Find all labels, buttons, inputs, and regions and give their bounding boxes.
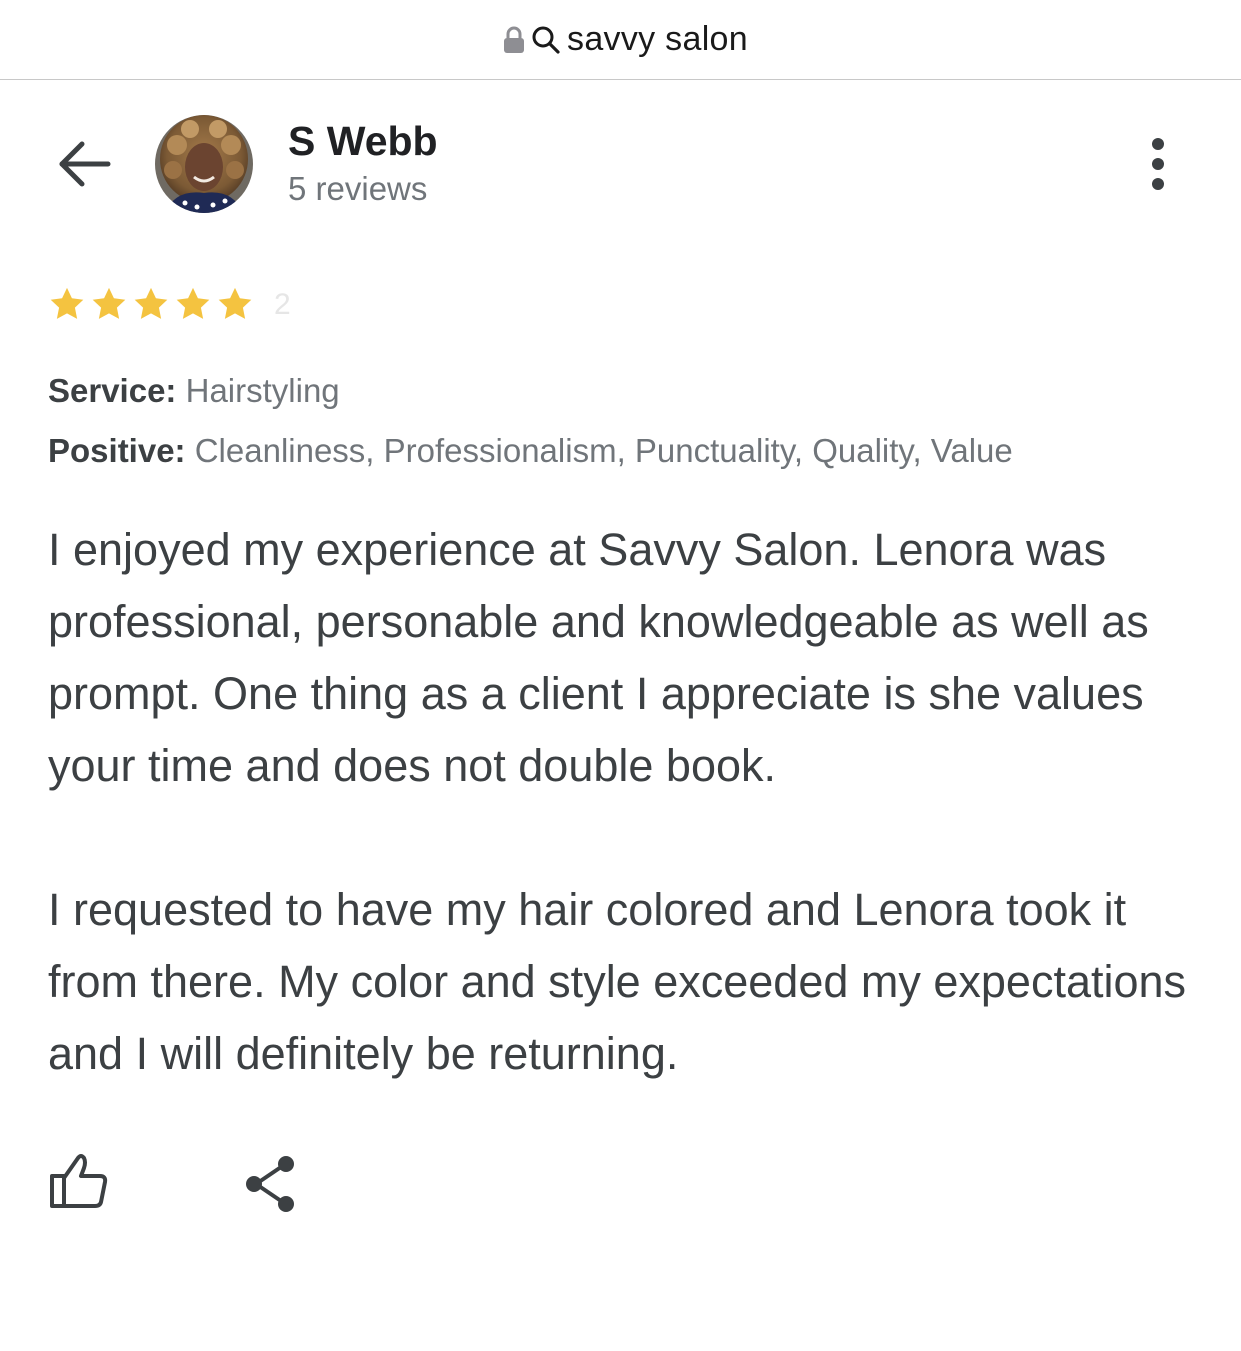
review-date: 2 bbox=[274, 288, 291, 321]
star-icon bbox=[50, 287, 84, 319]
review-paragraph: I requested to have my hair colored and … bbox=[48, 884, 1187, 1079]
star-icon bbox=[176, 287, 210, 319]
reviewer-header: S Webb 5 reviews bbox=[0, 100, 1241, 230]
review-body: I enjoyed my experience at Savvy Salon. … bbox=[48, 514, 1208, 1090]
service-value: Hairstyling bbox=[185, 372, 340, 409]
url-text: savvy salon bbox=[567, 20, 748, 58]
thumbs-up-icon[interactable] bbox=[48, 1150, 110, 1212]
address-bar-content: savvy salon bbox=[503, 20, 748, 59]
lock-icon bbox=[504, 26, 525, 53]
address-bar[interactable]: savvy salon bbox=[0, 0, 1241, 80]
review-paragraph: I enjoyed my experience at Savvy Salon. … bbox=[48, 524, 1149, 791]
star-icon bbox=[218, 287, 252, 319]
star-icon bbox=[92, 287, 126, 319]
star-rating bbox=[48, 285, 254, 323]
positive-label: Positive: bbox=[48, 432, 186, 469]
star-icon bbox=[134, 287, 168, 319]
more-vertical-icon[interactable] bbox=[1140, 136, 1176, 192]
service-line: Service: Hairstyling bbox=[48, 372, 340, 410]
avatar[interactable] bbox=[155, 115, 253, 213]
service-label: Service: bbox=[48, 372, 177, 409]
reviewer-name[interactable]: S Webb bbox=[288, 118, 438, 165]
share-icon[interactable] bbox=[244, 1155, 298, 1213]
positive-value: Cleanliness, Professionalism, Punctualit… bbox=[194, 432, 1013, 469]
search-icon bbox=[532, 26, 560, 54]
arrow-left-icon[interactable] bbox=[56, 138, 114, 190]
review-count: 5 reviews bbox=[288, 170, 428, 207]
positive-line: Positive: Cleanliness, Professionalism, … bbox=[48, 432, 1013, 470]
